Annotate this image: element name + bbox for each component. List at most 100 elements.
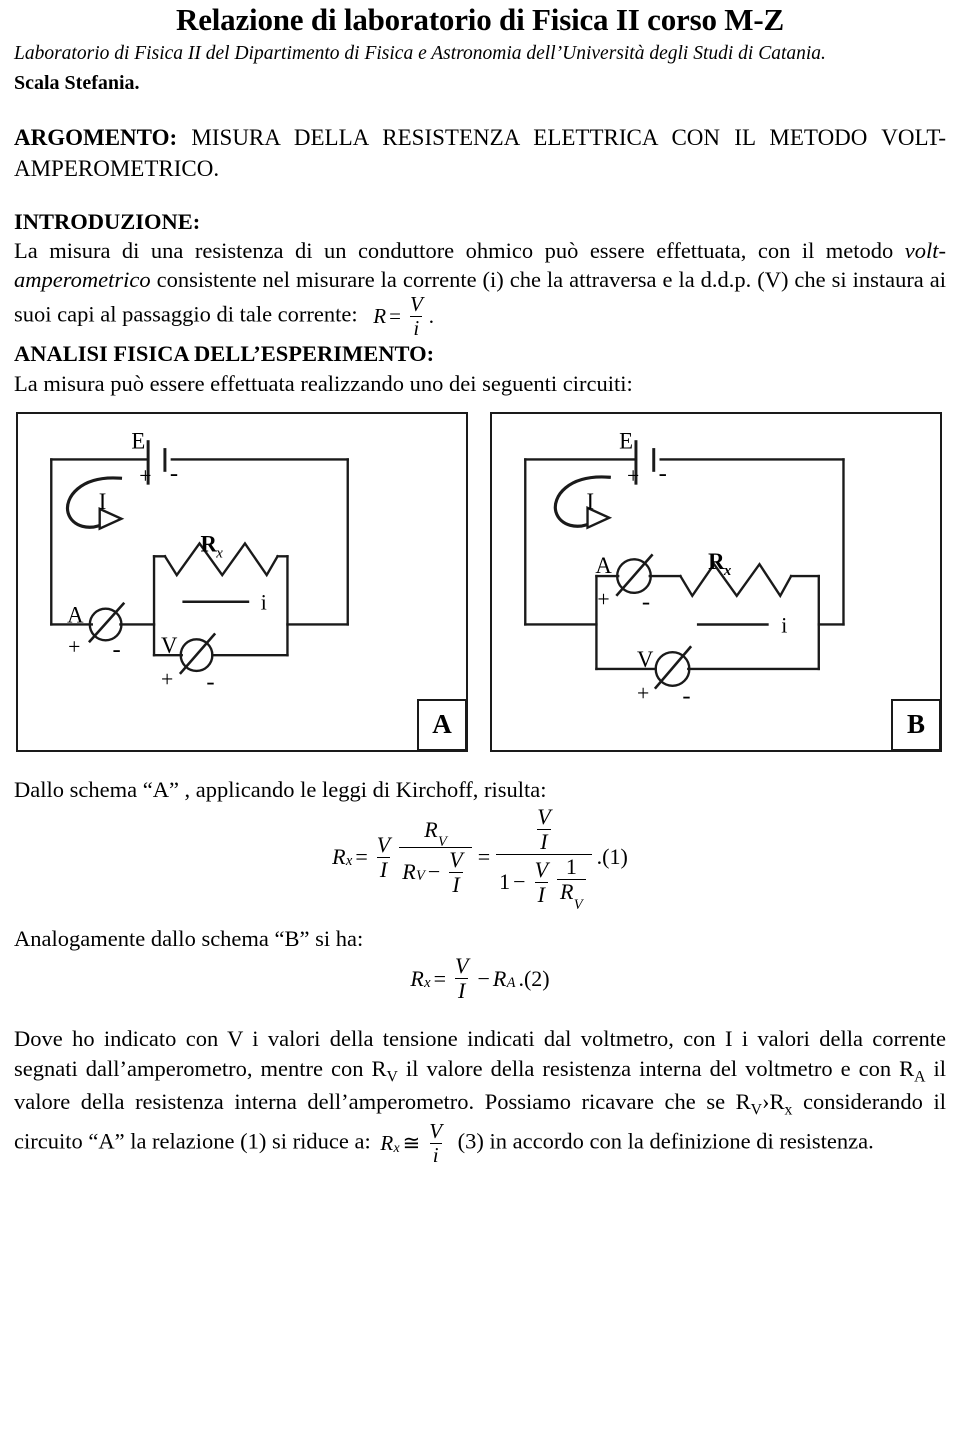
eq2-lhs: R bbox=[410, 965, 424, 991]
circuit-a-svg: E + - I R x i A + - V + - bbox=[50, 428, 349, 696]
eq3-den: i bbox=[429, 1143, 442, 1166]
eq1-fraction-v-over-i: V I bbox=[374, 833, 393, 881]
equation-1-tag: .(1) bbox=[596, 844, 628, 870]
argomento-label: ARGOMENTO: bbox=[14, 124, 178, 150]
eq1-fraction-rv-over-diff: RV RV − V I bbox=[399, 816, 472, 896]
eq3-lhs-sub: x bbox=[393, 1140, 400, 1156]
eq1-f3-num-den: I bbox=[537, 829, 551, 853]
eq1-f3-num: V I bbox=[528, 806, 559, 854]
circuit-b-battery-minus: - bbox=[659, 460, 667, 487]
circuit-a-battery-plus: + bbox=[139, 464, 151, 488]
circuit-a-voltmeter-minus: - bbox=[206, 669, 214, 696]
circuit-a-voltmeter-label: V bbox=[161, 633, 178, 658]
eq1-lhs-sub: x bbox=[345, 852, 353, 869]
eq1-f3-den-minus: − bbox=[513, 869, 526, 895]
equation-3: Rx ≅ V i bbox=[380, 1121, 448, 1166]
conclusione-rv-sub-2: V bbox=[750, 1101, 763, 1119]
eq1-f2-den-rv-sub: V bbox=[416, 868, 425, 885]
eq2-num: V bbox=[454, 953, 469, 979]
equation-1: Rx = V I RV RV − V I = V I 1 − V I 1 RV … bbox=[332, 806, 628, 912]
eq1-f3-den: 1 − V I 1 RV bbox=[496, 854, 592, 912]
circuit-a-voltmeter-plus: + bbox=[161, 668, 173, 692]
eq3-lhs: R bbox=[380, 1131, 394, 1156]
circuit-diagrams-container: E + - I R x i A + - V + - A E + - I A + … bbox=[14, 411, 946, 757]
equation-2-container: Rx = V I − RA .(2) bbox=[14, 955, 946, 1002]
circuit-b-corner-label: B bbox=[891, 698, 941, 751]
eq2-lhs-sub: x bbox=[424, 974, 431, 991]
equation-2-tag: .(2) bbox=[518, 965, 550, 991]
circuit-b-ammeter-label: A bbox=[595, 553, 612, 578]
eq1-f3-den-b-den-sub: V bbox=[573, 896, 583, 913]
author-name: Scala Stefania. bbox=[14, 71, 140, 94]
circuit-b-battery-plus: + bbox=[627, 464, 639, 488]
introduzione-text-part1: La misura di una resistenza di un condut… bbox=[14, 237, 905, 263]
eq1-f3-den-b-num: 1 bbox=[565, 854, 577, 880]
eq2-ra-sub: A bbox=[506, 974, 516, 991]
conclusione-line7: (3) in accordo con la definizione di res… bbox=[452, 1129, 874, 1155]
conclusione-rv-sub-1: V bbox=[386, 1068, 398, 1085]
circuit-b-svg: E + - I A + - R x i V + - bbox=[524, 428, 845, 709]
eq2-ra: R bbox=[492, 965, 507, 991]
circuit-b-voltmeter-plus: + bbox=[637, 681, 649, 705]
eq1-f3-num-num: V bbox=[537, 804, 551, 830]
circuit-b-resistor-label: R bbox=[708, 549, 725, 574]
eq1-f2-den: RV − V I bbox=[399, 846, 472, 896]
schema-b-intro: Analogamente dallo schema “B” si ha: bbox=[14, 926, 364, 951]
conclusione-line2: il valore della resistenza interna del v… bbox=[397, 1055, 915, 1081]
formula-r-equals-v-over-i: R = V i . bbox=[373, 294, 434, 339]
circuit-diagram-a: E + - I R x i A + - V + - A bbox=[16, 411, 468, 752]
conclusione-paragraph: Dove ho indicato con V i valori della te… bbox=[14, 1024, 946, 1166]
conclusione-line5: ›R bbox=[762, 1089, 785, 1115]
conclusione-ra-sub-1: A bbox=[914, 1068, 926, 1085]
circuit-a-corner-label: A bbox=[417, 698, 467, 751]
argomento-paragraph: ARGOMENTO: MISURA DELLA RESISTENZA ELETT… bbox=[14, 123, 946, 185]
equation-1-container: Rx = V I RV RV − V I = V I 1 − V I 1 RV … bbox=[14, 806, 946, 912]
circuit-b-battery-label: E bbox=[619, 428, 633, 453]
eq1-f3-den-one: 1 bbox=[499, 869, 511, 895]
header-spacer bbox=[14, 95, 946, 123]
eq1-f3-den-b-den: RV bbox=[557, 879, 586, 912]
circuit-a-ammeter-label: A bbox=[67, 602, 84, 627]
eq3-fraction: V i bbox=[426, 1121, 445, 1166]
formula-r-numerator: V bbox=[409, 292, 423, 317]
eq1-equals-1: = bbox=[355, 844, 368, 870]
eq1-f2-den-fraction: V I bbox=[446, 848, 465, 896]
circuit-diagram-b: E + - I A + - R x i V + - B bbox=[490, 411, 942, 752]
analisi-heading: ANALISI FISICA DELL’ESPERIMENTO: bbox=[14, 341, 435, 367]
circuit-b-current-i-label: i bbox=[781, 613, 787, 637]
eq2-fraction: V I bbox=[452, 955, 471, 1002]
eq1-f2-den-rv: R bbox=[402, 859, 416, 884]
page-title: Relazione di laboratorio di Fisica II co… bbox=[176, 2, 784, 37]
eq1-f3-den-expr: 1 − V I 1 RV bbox=[499, 854, 589, 912]
eq1-f2-den-expr: RV − V I bbox=[402, 848, 469, 896]
circuit-a-battery-minus: - bbox=[170, 460, 178, 487]
introduzione-paragraph: La misura di una resistenza di un condut… bbox=[14, 236, 946, 340]
circuit-a-ammeter-minus: - bbox=[113, 636, 121, 663]
formula-r-trailing-period: . bbox=[428, 304, 435, 329]
eq1-f1-den: I bbox=[376, 856, 391, 881]
circuit-a-battery-label: E bbox=[131, 428, 145, 453]
circuit-b-voltmeter-label: V bbox=[637, 647, 654, 672]
formula-r-lhs: R bbox=[373, 304, 387, 329]
eq2-minus: − bbox=[477, 965, 490, 991]
circuit-b-ammeter-plus: + bbox=[597, 588, 609, 612]
eq1-lhs: R bbox=[332, 844, 346, 870]
conclusione-line4: Possiamo ricavare che se R bbox=[484, 1089, 751, 1115]
eq1-f3-den-fraction-a: V I bbox=[532, 858, 551, 906]
eq1-f2-den-minus: − bbox=[427, 859, 441, 884]
eq2-equals: = bbox=[433, 965, 446, 991]
circuit-b-resistor-sub: x bbox=[723, 563, 732, 579]
eq2-den: I bbox=[455, 978, 469, 1002]
introduzione-text-part2: consistente nel misurare la corrente (i)… bbox=[14, 267, 946, 327]
circuit-a-current-i-label: i bbox=[261, 591, 267, 615]
analisi-paragraph: La misura può essere effettuata realizza… bbox=[14, 370, 633, 396]
equation-2: Rx = V I − RA .(2) bbox=[410, 955, 549, 1002]
eq1-f3-den-a-den: I bbox=[534, 881, 548, 906]
eq1-f2-num-r: R bbox=[424, 816, 438, 842]
eq1-f3-den-b-den-r: R bbox=[560, 879, 574, 905]
schema-a-intro: Dallo schema “A” , applicando le leggi d… bbox=[14, 776, 547, 802]
circuit-b-ammeter-minus: - bbox=[642, 589, 650, 616]
eq1-equals-2: = bbox=[477, 844, 491, 870]
eq1-f2-num-sub: V bbox=[437, 834, 447, 851]
eq1-fraction-final: V I 1 − V I 1 RV bbox=[496, 806, 592, 912]
